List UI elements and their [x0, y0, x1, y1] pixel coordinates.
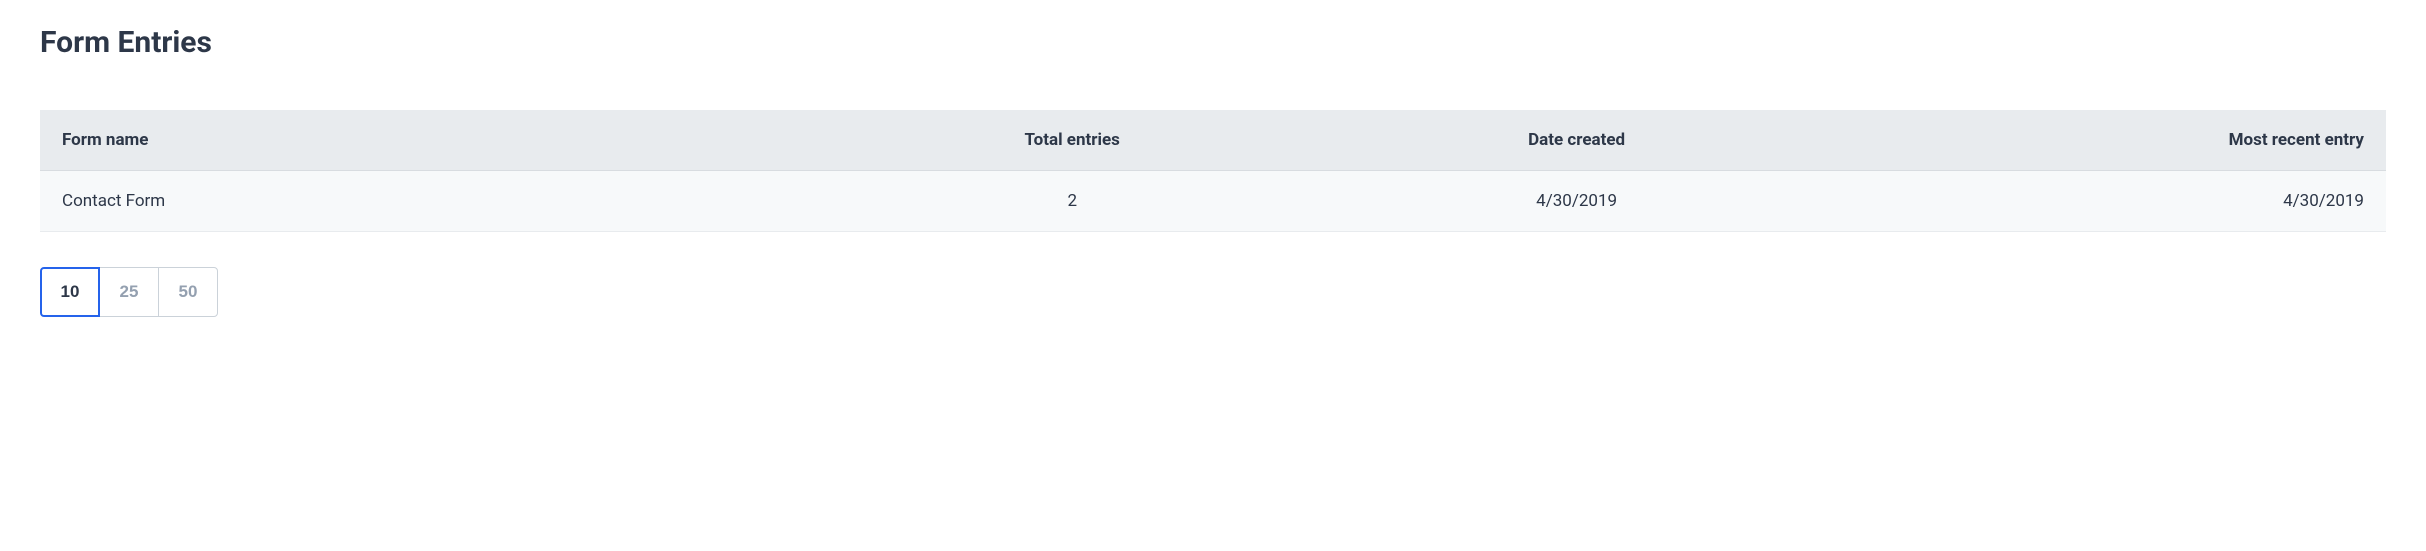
page-size-50-button[interactable]: 50 — [158, 267, 218, 317]
cell-total-entries: 2 — [861, 171, 1283, 232]
header-most-recent[interactable]: Most recent entry — [1870, 110, 2386, 171]
cell-date-created: 4/30/2019 — [1283, 171, 1870, 232]
table-header-row: Form name Total entries Date created Mos… — [40, 110, 2386, 171]
table-row[interactable]: Contact Form 2 4/30/2019 4/30/2019 — [40, 171, 2386, 232]
form-entries-table: Form name Total entries Date created Mos… — [40, 110, 2386, 232]
page-size-10-button[interactable]: 10 — [40, 267, 100, 317]
cell-most-recent: 4/30/2019 — [1870, 171, 2386, 232]
cell-form-name: Contact Form — [40, 171, 861, 232]
header-date-created[interactable]: Date created — [1283, 110, 1870, 171]
page-title: Form Entries — [40, 25, 2386, 60]
header-form-name[interactable]: Form name — [40, 110, 861, 171]
page-size-selector: 10 25 50 — [40, 267, 218, 317]
header-total-entries[interactable]: Total entries — [861, 110, 1283, 171]
page-size-25-button[interactable]: 25 — [99, 267, 159, 317]
